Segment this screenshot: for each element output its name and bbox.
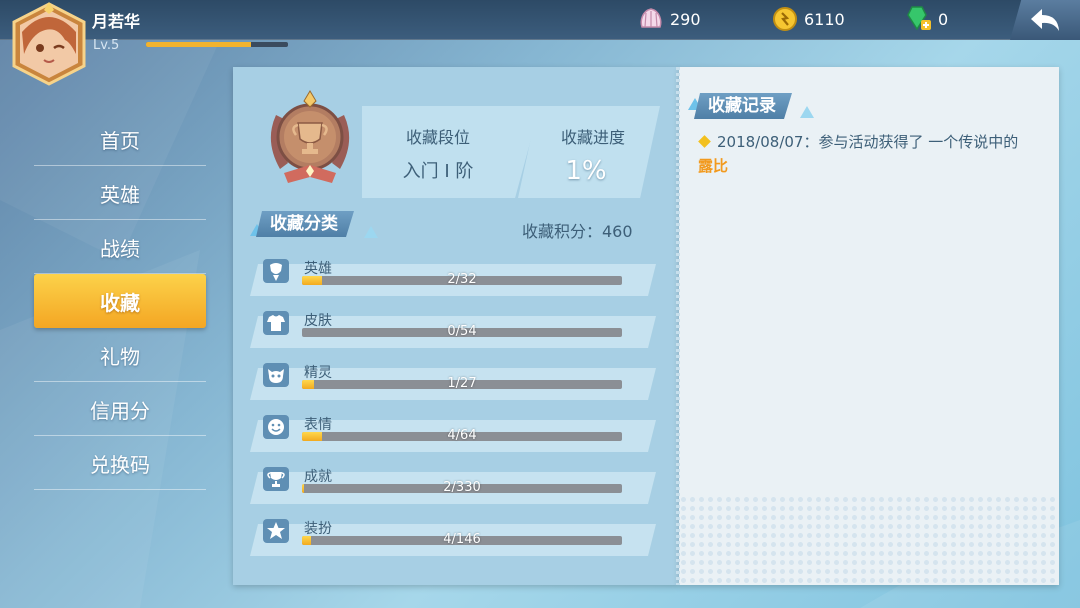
category-name: 皮肤 — [304, 313, 332, 329]
menu-item-credit[interactable]: 信用分 — [34, 382, 206, 436]
rank-value: 入门 I 阶 — [402, 161, 474, 182]
category-progress-fill — [302, 380, 314, 389]
back-button[interactable] — [1010, 0, 1080, 40]
record-entry-highlight: 露比 — [698, 157, 729, 175]
menu-item-label: 收藏 — [100, 290, 140, 315]
category-name: 精灵 — [304, 365, 332, 381]
menu-item-collection[interactable]: 收藏 — [34, 274, 206, 328]
emote-icon — [260, 413, 292, 441]
record-section-title: 收藏记录 — [694, 93, 792, 119]
menu-item-redeem[interactable]: 兑换码 — [34, 436, 206, 490]
category-progress-fill — [302, 536, 311, 545]
menu-item-label: 英雄 — [100, 182, 140, 207]
exp-bar-fill — [146, 42, 252, 47]
shell-count: 290 — [670, 9, 701, 29]
menu-item-label: 兑换码 — [90, 452, 150, 477]
diamond-bullet-icon — [698, 135, 711, 148]
hero-icon — [260, 257, 292, 285]
rank-title: 收藏段位 — [405, 128, 470, 147]
menu-item-label: 礼物 — [100, 344, 140, 369]
menu-item-gifts[interactable]: 礼物 — [34, 328, 206, 382]
gem-count: 0 — [938, 9, 949, 29]
coin-currency[interactable]: 6110 — [772, 6, 845, 32]
panel-divider — [676, 67, 680, 585]
tag-decoration — [364, 226, 378, 238]
menu-item-label: 信用分 — [90, 398, 150, 423]
category-section-title: 收藏分类 — [256, 211, 354, 237]
player-name: 月若华 — [92, 12, 141, 31]
skin-icon — [260, 309, 292, 337]
menu-item-heroes[interactable]: 英雄 — [34, 166, 206, 220]
gem-icon — [907, 6, 931, 31]
menu-item-label: 首页 — [100, 128, 140, 153]
rank-box — [362, 106, 540, 198]
category-count: 4/64 — [447, 428, 477, 443]
trophy-icon — [260, 465, 292, 493]
gem-currency[interactable]: 0 — [906, 6, 948, 32]
category-count: 1/27 — [447, 376, 477, 391]
coin-count: 6110 — [804, 9, 845, 29]
menu-item-label: 战绩 — [100, 236, 140, 261]
category-count: 2/32 — [447, 272, 477, 287]
category-name: 成就 — [304, 469, 332, 485]
player-level: Lv.5 — [93, 38, 120, 53]
category-progress-fill — [302, 484, 304, 493]
record-entry: 2018/08/07：参与活动获得了 一个传说中的露比 — [698, 130, 1028, 178]
avatar[interactable] — [10, 2, 88, 86]
category-name: 表情 — [304, 417, 332, 433]
category-progress-fill — [302, 276, 322, 285]
category-name: 装扮 — [304, 521, 332, 537]
sprite-icon — [260, 361, 292, 389]
progress-value: 1% — [565, 156, 607, 186]
category-progress-fill — [302, 432, 322, 441]
rank-trophy-icon — [262, 85, 358, 189]
progress-title: 收藏进度 — [560, 128, 625, 147]
star-icon — [260, 517, 292, 545]
collection-score: 收藏积分：460 — [522, 222, 633, 241]
exp-bar — [146, 42, 288, 47]
shell-currency[interactable]: 290 — [638, 6, 701, 32]
category-count: 4/146 — [443, 532, 481, 547]
category-count: 0/54 — [447, 324, 477, 339]
category-name: 英雄 — [304, 261, 332, 277]
shell-icon — [640, 8, 662, 28]
coin-icon — [773, 7, 797, 31]
menu-item-home[interactable]: 首页 — [34, 112, 206, 166]
tag-decoration — [800, 106, 814, 118]
menu-item-record[interactable]: 战绩 — [34, 220, 206, 274]
record-entry-text: 2018/08/07：参与活动获得了 一个传说中的 — [717, 133, 1019, 151]
dot-pattern — [679, 495, 1059, 585]
category-count: 2/330 — [443, 480, 481, 495]
side-menu: 首页 英雄 战绩 收藏 礼物 信用分 兑换码 — [34, 112, 206, 490]
back-arrow-icon — [1031, 9, 1059, 31]
